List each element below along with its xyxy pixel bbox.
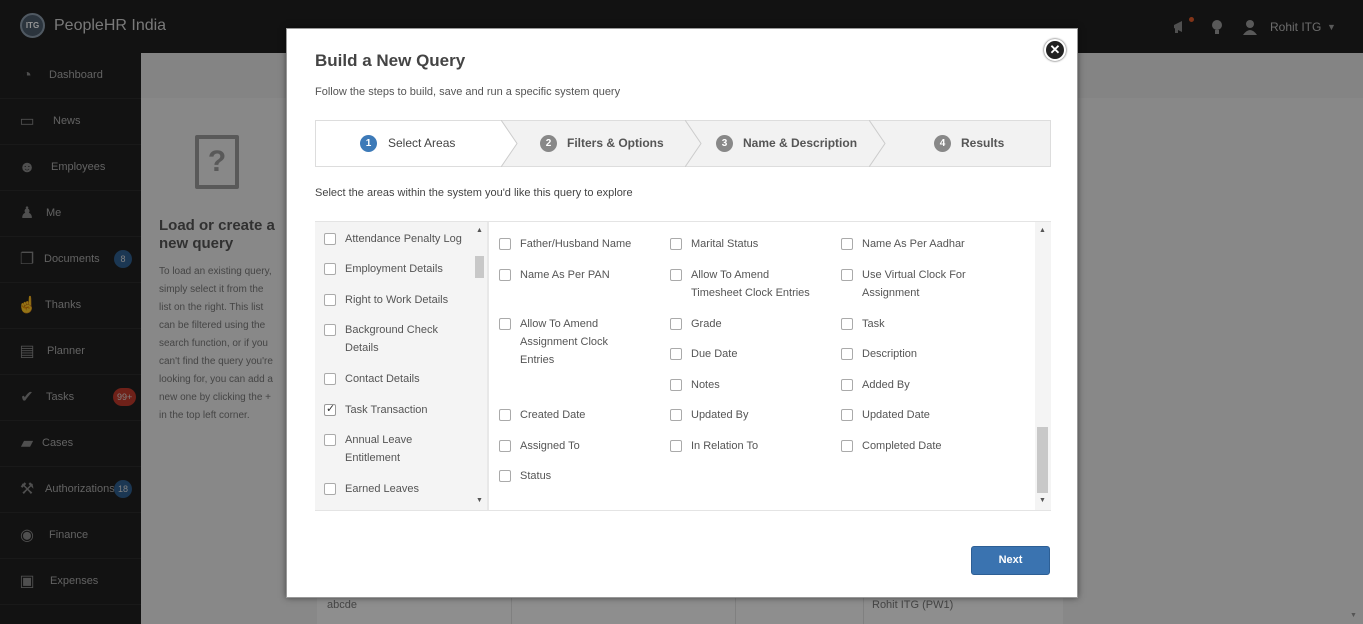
- field-label[interactable]: Grade: [691, 315, 831, 333]
- field-label[interactable]: Status: [520, 467, 660, 485]
- build-query-dialog: ✕ Build a New Query Follow the steps to …: [286, 28, 1078, 598]
- area-label[interactable]: Task Transaction: [345, 401, 471, 419]
- area-checkbox[interactable]: [324, 263, 336, 275]
- step-label: Filters & Options: [567, 136, 664, 150]
- field-checkbox[interactable]: [499, 409, 511, 421]
- close-button[interactable]: ✕: [1044, 39, 1066, 61]
- field-label[interactable]: Completed Date: [862, 437, 1012, 455]
- area-label[interactable]: Earned Leaves: [345, 480, 471, 498]
- field-checkbox[interactable]: [841, 238, 853, 250]
- field-checkbox[interactable]: [841, 269, 853, 281]
- field-checkbox[interactable]: [670, 409, 682, 421]
- area-label[interactable]: Background Check Details: [345, 321, 450, 357]
- field-checkbox[interactable]: [670, 318, 682, 330]
- scroll-thumb[interactable]: [475, 256, 484, 278]
- scroll-thumb[interactable]: [1037, 427, 1048, 493]
- instruction-text: Select the areas within the system you'd…: [315, 187, 633, 199]
- next-button[interactable]: Next: [971, 546, 1050, 575]
- step-filters-options[interactable]: 2 Filters & Options: [522, 121, 686, 166]
- field-label[interactable]: Assigned To: [520, 437, 660, 455]
- fields-list[interactable]: Father/Husband Name Marital Status Name …: [489, 222, 1035, 510]
- area-label[interactable]: Contact Details: [345, 370, 471, 388]
- step-separator: [685, 120, 702, 167]
- step-number: 3: [716, 135, 733, 152]
- area-label[interactable]: Employment Details: [345, 260, 471, 278]
- step-name-description[interactable]: 3 Name & Description: [706, 121, 870, 166]
- field-label[interactable]: Notes: [691, 376, 831, 394]
- field-checkbox[interactable]: [670, 440, 682, 452]
- scroll-down-arrow[interactable]: ▼: [476, 497, 483, 504]
- step-number: 1: [360, 135, 377, 152]
- areas-list[interactable]: Attendance Penalty Log Employment Detail…: [315, 222, 472, 510]
- field-label[interactable]: Updated Date: [862, 406, 1012, 424]
- step-separator: [869, 120, 886, 167]
- field-checkbox[interactable]: [499, 238, 511, 250]
- area-checkbox[interactable]: [324, 233, 336, 245]
- area-checkbox[interactable]: [324, 483, 336, 495]
- wizard-steps: 1 Select Areas 2 Filters & Options 3 Nam…: [315, 120, 1051, 167]
- step-results[interactable]: 4 Results: [890, 121, 1050, 166]
- field-checkbox[interactable]: [499, 440, 511, 452]
- area-label[interactable]: Attendance Penalty Log: [345, 230, 471, 248]
- area-checkbox[interactable]: [324, 294, 336, 306]
- field-label[interactable]: Name As Per PAN: [520, 266, 660, 284]
- field-checkbox[interactable]: [841, 409, 853, 421]
- field-label[interactable]: Allow To Amend Timesheet Clock Entries: [691, 266, 816, 302]
- field-checkbox[interactable]: [499, 269, 511, 281]
- field-checkbox[interactable]: [499, 318, 511, 330]
- field-checkbox[interactable]: [670, 379, 682, 391]
- fields-scrollbar[interactable]: ▲ ▼: [1035, 222, 1051, 510]
- field-checkbox[interactable]: [670, 269, 682, 281]
- step-label: Results: [961, 136, 1005, 150]
- field-label[interactable]: Added By: [862, 376, 1012, 394]
- field-label[interactable]: Created Date: [520, 406, 660, 424]
- step-number: 4: [934, 135, 951, 152]
- area-checkbox-checked[interactable]: [324, 402, 336, 416]
- field-checkbox[interactable]: [499, 470, 511, 482]
- areas-scrollbar[interactable]: ▲ ▼: [472, 222, 487, 510]
- field-label[interactable]: Marital Status: [691, 235, 831, 253]
- dialog-subtitle: Follow the steps to build, save and run …: [315, 86, 621, 98]
- step-select-areas[interactable]: 1 Select Areas: [316, 121, 502, 166]
- field-label[interactable]: Updated By: [691, 406, 831, 424]
- area-label[interactable]: Annual Leave Entitlement: [345, 431, 435, 467]
- page-scroll-down-arrow[interactable]: ▼: [1350, 612, 1357, 619]
- field-label[interactable]: Due Date: [691, 345, 831, 363]
- area-checkbox[interactable]: [324, 324, 336, 336]
- field-label[interactable]: Allow To Amend Assignment Clock Entries: [520, 315, 625, 369]
- dialog-title: Build a New Query: [315, 51, 466, 70]
- step-number: 2: [540, 135, 557, 152]
- field-checkbox[interactable]: [670, 238, 682, 250]
- area-checkbox[interactable]: [324, 373, 336, 385]
- step-label: Select Areas: [388, 136, 456, 150]
- field-label[interactable]: Description: [862, 345, 1012, 363]
- step-separator: [501, 120, 518, 167]
- field-checkbox[interactable]: [841, 318, 853, 330]
- scroll-up-arrow[interactable]: ▲: [476, 227, 483, 234]
- scroll-up-arrow[interactable]: ▲: [1039, 227, 1046, 234]
- field-label[interactable]: Name As Per Aadhar: [862, 235, 1012, 253]
- field-checkbox[interactable]: [841, 379, 853, 391]
- area-checkbox[interactable]: [324, 434, 336, 446]
- field-label[interactable]: Task: [862, 315, 1012, 333]
- area-label[interactable]: Right to Work Details: [345, 291, 471, 309]
- scroll-down-arrow[interactable]: ▼: [1039, 497, 1046, 504]
- field-label[interactable]: Father/Husband Name: [520, 235, 660, 253]
- field-checkbox[interactable]: [841, 440, 853, 452]
- area-selector: Attendance Penalty Log Employment Detail…: [315, 221, 1051, 511]
- step-label: Name & Description: [743, 136, 858, 150]
- field-checkbox[interactable]: [841, 348, 853, 360]
- field-label[interactable]: In Relation To: [691, 437, 831, 455]
- field-label[interactable]: Use Virtual Clock For Assignment: [862, 266, 982, 302]
- field-checkbox[interactable]: [670, 348, 682, 360]
